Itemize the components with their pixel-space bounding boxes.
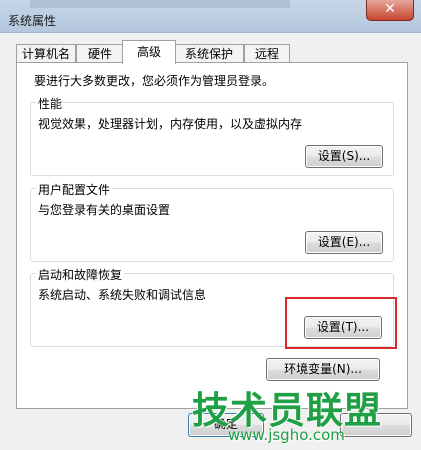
highlight-box [285,297,397,349]
startup-recovery-title: 启动和故障恢复 [36,266,125,283]
user-profiles-settings-button[interactable]: 设置(E)... [305,231,383,254]
admin-notice: 要进行大多数更改，您必须作为管理员登录。 [34,74,275,88]
watermark-url: www.jsgho.com [228,426,345,444]
user-profiles-title: 用户配置文件 [36,181,113,198]
close-button[interactable]: ✕ [366,0,414,21]
title-bar[interactable]: 系统属性 ✕ [0,0,421,33]
performance-description: 视觉效果，处理器计划，内存使用，以及虚拟内存 [38,117,303,131]
tab-hardware[interactable]: 硬件 [76,44,124,63]
tab-system-protection[interactable]: 系统保护 [174,44,244,63]
system-properties-window: 系统属性 ✕ 计算机名 硬件 高级 系统保护 远程 要进行大多数更改，您必须作为… [0,0,421,450]
performance-settings-button[interactable]: 设置(S)... [305,145,383,168]
close-icon: ✕ [384,1,396,17]
tab-remote[interactable]: 远程 [244,44,290,63]
startup-recovery-description: 系统启动、系统失败和调试信息 [38,288,207,302]
performance-title: 性能 [36,95,65,112]
environment-variables-button[interactable]: 环境变量(N)... [266,358,380,381]
window-title: 系统属性 [8,14,57,28]
tab-advanced[interactable]: 高级 [122,40,176,64]
background-window-strip [30,0,290,8]
user-profiles-description: 与您登录有关的桌面设置 [38,203,171,217]
tab-computer-name[interactable]: 计算机名 [16,44,76,63]
